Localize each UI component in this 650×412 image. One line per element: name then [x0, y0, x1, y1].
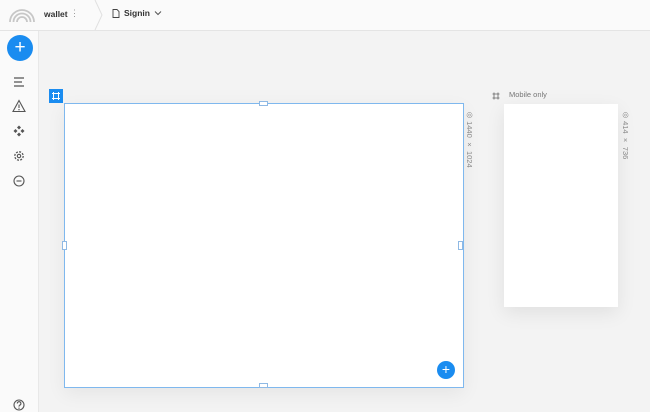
frame-icon: [492, 92, 500, 100]
frame-select-tag[interactable]: [49, 89, 63, 103]
page-selector[interactable]: Signin: [112, 8, 162, 18]
project-menu-icon[interactable]: ⋮: [70, 8, 79, 18]
help-icon[interactable]: [12, 398, 26, 412]
settings-icon[interactable]: [12, 149, 26, 163]
layers-icon[interactable]: [12, 75, 26, 89]
warning-icon[interactable]: [12, 99, 26, 113]
breadcrumb-separator: [94, 0, 103, 30]
minus-circle-icon[interactable]: [12, 174, 26, 188]
resize-handle-bottom[interactable]: [259, 383, 268, 388]
resize-handle-left[interactable]: [62, 241, 67, 250]
add-button[interactable]: +: [7, 35, 33, 61]
frame-icon: [52, 92, 60, 100]
mobile-size-label: ◎ 414 × 736: [621, 110, 630, 160]
page-icon: [112, 8, 120, 18]
chevron-down-icon: [154, 11, 162, 16]
logo-icon[interactable]: [8, 6, 36, 24]
resize-handle-top[interactable]: [259, 101, 268, 106]
resize-handle-right[interactable]: [458, 241, 463, 250]
mobile-artboard[interactable]: [504, 104, 618, 307]
page-selector-label: Signin: [124, 8, 150, 18]
size-icon: ◎: [465, 110, 474, 122]
add-element-button[interactable]: +: [437, 361, 455, 379]
components-icon[interactable]: [12, 124, 26, 138]
size-icon: ◎: [621, 110, 630, 122]
desktop-artboard[interactable]: [64, 103, 464, 388]
top-bar: wallet ⋮ Signin: [0, 0, 650, 31]
desktop-size-label: ◎ 1440 × 1024: [465, 110, 474, 168]
project-name[interactable]: wallet: [44, 9, 68, 19]
mobile-frame-title[interactable]: Mobile only: [509, 90, 547, 99]
